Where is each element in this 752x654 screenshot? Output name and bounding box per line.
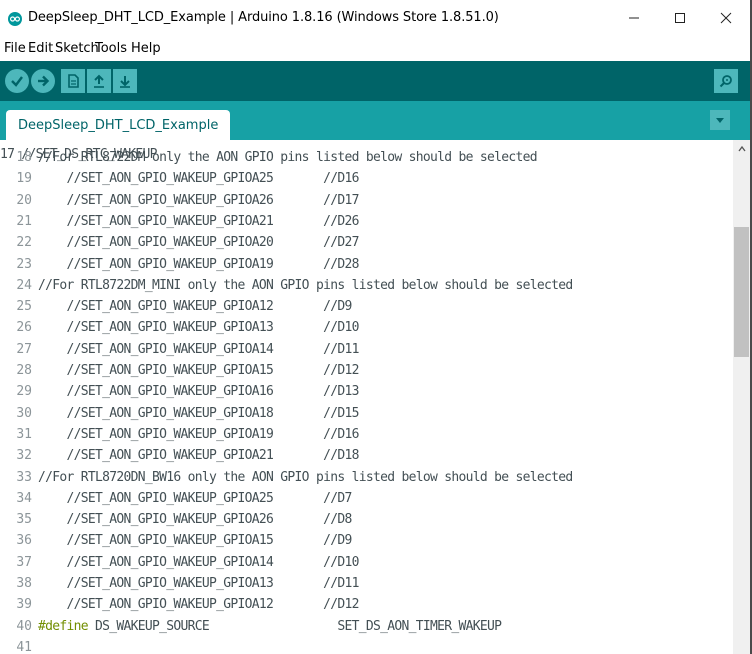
chevron-down-icon	[716, 118, 724, 123]
line-number: 26	[16, 320, 32, 336]
scroll-up-button[interactable]	[733, 140, 750, 157]
code-text: #define DS_WAKEUP_SOURCE SET_DS_AON_TIME…	[38, 618, 502, 634]
menu-tools[interactable]: Tools	[95, 41, 127, 56]
menu-bar: File Edit Sketch Tools Help	[0, 38, 752, 60]
open-icon	[94, 74, 104, 88]
code-text: //SET_AON_GPIO_WAKEUP_GPIOA15 //D9	[38, 533, 353, 549]
line-number: 39	[16, 597, 32, 613]
line-number: 24	[16, 277, 32, 293]
minimize-button[interactable]	[610, 0, 658, 36]
tab-bar: DeepSleep_DHT_LCD_Example	[0, 101, 752, 140]
code-text: //For RTL8722DM_MINI only the AON GPIO p…	[38, 277, 573, 293]
line-number: 33	[16, 469, 32, 485]
line-number: 18	[16, 150, 32, 165]
line-number: 35	[16, 512, 32, 528]
line-number: 32	[16, 448, 32, 464]
code-text: //For RTL8720DN_BW16 only the AON GPIO p…	[38, 469, 573, 485]
line-number: 36	[16, 533, 32, 549]
serial-monitor-button[interactable]	[714, 69, 738, 93]
chevron-up-icon	[737, 145, 746, 151]
code-text: //SET_AON_GPIO_WAKEUP_GPIOA16 //D13	[38, 384, 360, 400]
line-number: 28	[16, 363, 32, 378]
menu-sketch[interactable]: Sketch	[55, 41, 99, 56]
verify-button[interactable]	[5, 69, 29, 93]
code-text: //SET_AON_GPIO_WAKEUP_GPIOA25 //D7	[38, 490, 353, 506]
code-text: //SET_AON_GPIO_WAKEUP_GPIOA12 //D9	[38, 299, 353, 315]
line-number: 19	[16, 171, 32, 187]
code-text: //SET_AON_GPIO_WAKEUP_GPIOA12 //D12	[38, 597, 360, 613]
new-sketch-button[interactable]	[61, 69, 85, 93]
keyword: #define	[38, 618, 89, 634]
line-number: 38	[16, 576, 32, 591]
line-number: 23	[16, 256, 32, 272]
menu-file[interactable]: File	[4, 41, 26, 56]
code-editor[interactable]: 17 //SET_DS_RTC_WAKEUP 18//For RTL8722DM…	[0, 140, 733, 654]
verify-icon	[11, 76, 23, 87]
line-number: 29	[16, 384, 32, 400]
vertical-scrollbar[interactable]	[733, 140, 750, 654]
code-text: //SET_AON_GPIO_WAKEUP_GPIOA26 //D17	[38, 192, 360, 208]
line-number: 34	[16, 490, 32, 506]
scrollbar-thumb[interactable]	[734, 227, 749, 357]
line-number: 40	[16, 618, 32, 634]
menu-edit[interactable]: Edit	[28, 41, 53, 56]
line-number: 20	[16, 192, 32, 208]
window-title: DeepSleep_DHT_LCD_Example | Arduino 1.8.…	[28, 10, 499, 25]
code-text: //SET_AON_GPIO_WAKEUP_GPIOA13 //D10	[38, 320, 360, 336]
close-icon	[720, 12, 732, 24]
line-number: 27	[16, 341, 32, 357]
minimize-icon	[629, 17, 639, 19]
save-icon	[120, 76, 130, 88]
code-text: //SET_AON_GPIO_WAKEUP_GPIOA19 //D28	[38, 256, 360, 272]
save-button[interactable]	[113, 69, 137, 93]
code-text: //SET_AON_GPIO_WAKEUP_GPIOA20 //D27	[38, 235, 360, 251]
code-text: //SET_AON_GPIO_WAKEUP_GPIOA19 //D16	[38, 426, 360, 442]
menu-help[interactable]: Help	[131, 41, 161, 56]
close-button[interactable]	[702, 0, 750, 36]
line-number: 37	[16, 554, 32, 570]
code-text: //SET_AON_GPIO_WAKEUP_GPIOA18 //D15	[38, 405, 360, 421]
arduino-logo-icon	[8, 12, 22, 26]
line-number: 22	[16, 235, 32, 251]
code-text: //SET_AON_GPIO_WAKEUP_GPIOA14 //D10	[38, 554, 360, 570]
code-rest: DS_WAKEUP_SOURCE SET_DS_AON_TIMER_WAKEUP	[87, 618, 502, 634]
open-button[interactable]	[87, 69, 111, 93]
code-text: //SET_AON_GPIO_WAKEUP_GPIOA26 //D8	[38, 512, 353, 528]
tab-sketch[interactable]: DeepSleep_DHT_LCD_Example	[6, 110, 231, 140]
code-text: //For RTL8722DM only the AON GPIO pins l…	[38, 150, 538, 165]
code-text: //SET_AON_GPIO_WAKEUP_GPIOA14 //D11	[38, 341, 360, 357]
code-text: //SET_AON_GPIO_WAKEUP_GPIOA25 //D16	[38, 171, 360, 187]
code-text: //SET_AON_GPIO_WAKEUP_GPIOA15 //D12	[38, 363, 360, 378]
line-number: 41	[16, 639, 32, 654]
upload-button[interactable]	[31, 69, 55, 93]
line-number: 25	[16, 299, 32, 315]
line-number: 21	[16, 213, 32, 229]
line-number: 30	[16, 405, 32, 421]
magnifier-icon	[719, 75, 732, 88]
code-text: //SET_AON_GPIO_WAKEUP_GPIOA21 //D26	[38, 213, 360, 229]
title-bar: DeepSleep_DHT_LCD_Example | Arduino 1.8.…	[0, 0, 752, 38]
maximize-icon	[675, 13, 685, 23]
tab-menu-button[interactable]	[710, 110, 730, 130]
code-text: //SET_AON_GPIO_WAKEUP_GPIOA13 //D11	[38, 576, 360, 591]
line-number: 31	[16, 426, 32, 442]
code-text: //SET_AON_GPIO_WAKEUP_GPIOA21 //D18	[38, 448, 360, 464]
toolbar	[0, 61, 752, 101]
new-icon	[68, 74, 79, 88]
upload-icon	[38, 75, 50, 87]
maximize-button[interactable]	[656, 0, 704, 36]
